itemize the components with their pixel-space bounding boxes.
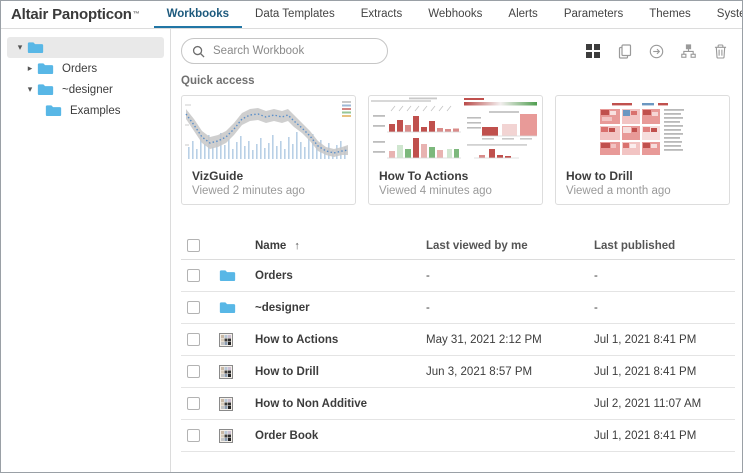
folder-icon <box>219 269 236 282</box>
main-content: Quick access <box>171 29 742 472</box>
folder-icon <box>37 62 54 75</box>
tab-workbooks[interactable]: Workbooks <box>153 1 243 28</box>
table-header-row: Name ↑ Last viewed by me Last published <box>181 232 735 260</box>
tab-alerts[interactable]: Alerts <box>495 1 550 28</box>
delete-icon[interactable] <box>713 43 728 59</box>
tab-parameters[interactable]: Parameters <box>551 1 636 28</box>
table-row-orders[interactable]: Orders - - <box>181 260 735 292</box>
grid-view-icon[interactable] <box>585 44 600 59</box>
tab-themes[interactable]: Themes <box>636 1 704 28</box>
table-row-order-book[interactable]: Order Book Jul 1, 2021 8:41 PM <box>181 420 735 452</box>
row-name[interactable]: Orders <box>255 270 426 282</box>
card-title: How To Actions <box>379 169 469 183</box>
row-name[interactable]: How to Actions <box>255 334 426 346</box>
tree-item-orders[interactable]: ▸ Orders <box>17 58 164 79</box>
tab-extracts[interactable]: Extracts <box>348 1 416 28</box>
workbook-search <box>181 38 388 64</box>
column-header-last-viewed[interactable]: Last viewed by me <box>426 240 594 252</box>
how-to-drill-thumbnail <box>556 96 729 163</box>
chevron-down-icon[interactable]: ▾ <box>23 84 37 95</box>
copy-icon[interactable] <box>617 43 632 59</box>
row-last-published: - <box>594 269 598 282</box>
quick-access-cards: VizGuide Viewed 2 minutes ago How To Act… <box>181 95 730 205</box>
row-last-published: Jul 1, 2021 8:41 PM <box>594 429 697 442</box>
chevron-down-icon[interactable]: ▾ <box>13 42 27 53</box>
row-last-published: - <box>594 301 598 314</box>
card-viewed-time: Viewed 4 minutes ago <box>379 185 492 197</box>
how-to-actions-thumbnail <box>369 96 542 163</box>
app-logo-text: Altair Panopticon <box>11 6 132 23</box>
row-name[interactable]: How to Non Additive <box>255 398 426 410</box>
hierarchy-icon[interactable] <box>681 44 696 59</box>
row-last-viewed: - <box>426 301 430 314</box>
row-checkbox[interactable] <box>187 269 200 282</box>
tree-item-label: Examples <box>70 104 121 117</box>
row-last-published: Jul 1, 2021 8:41 PM <box>594 365 697 378</box>
card-viewed-time: Viewed 2 minutes ago <box>192 185 305 197</box>
row-checkbox[interactable] <box>187 301 200 314</box>
tree-item-label: Orders <box>62 62 98 75</box>
workbook-action-icons <box>585 43 734 59</box>
vizguide-thumbnail <box>182 96 355 163</box>
select-all-checkbox[interactable] <box>187 239 200 252</box>
trademark-symbol: ™ <box>132 11 140 18</box>
row-last-viewed: - <box>426 269 430 282</box>
folder-icon <box>219 301 236 314</box>
tab-system[interactable]: System <box>704 1 742 28</box>
top-navigation-bar: Altair Panopticon ™ Workbooks Data Templa… <box>1 1 742 29</box>
folder-icon <box>27 41 44 54</box>
row-last-published: Jul 2, 2021 11:07 AM <box>594 397 702 410</box>
tab-webhooks[interactable]: Webhooks <box>415 1 495 28</box>
tree-item-label: ~designer <box>62 83 113 96</box>
row-last-published: Jul 1, 2021 8:41 PM <box>594 333 697 346</box>
column-header-name[interactable]: Name ↑ <box>255 240 426 252</box>
tree-item-designer[interactable]: ▾ ~designer <box>17 79 164 100</box>
search-icon <box>192 45 205 58</box>
move-icon[interactable] <box>649 44 664 59</box>
workbook-table: Name ↑ Last viewed by me Last published O… <box>181 232 735 452</box>
card-title: VizGuide <box>192 169 244 183</box>
tree-item-root[interactable]: ▾ <box>7 37 164 58</box>
card-how-to-drill[interactable]: How to Drill Viewed a month ago <box>555 95 730 205</box>
card-vizguide[interactable]: VizGuide Viewed 2 minutes ago <box>181 95 356 205</box>
row-name[interactable]: Order Book <box>255 430 426 442</box>
card-title: How to Drill <box>566 169 633 183</box>
row-name[interactable]: How to Drill <box>255 366 426 378</box>
sort-ascending-icon: ↑ <box>294 239 300 252</box>
workbook-icon <box>219 365 233 379</box>
panopticon-app-window: Altair Panopticon ™ Workbooks Data Templa… <box>0 0 743 473</box>
card-how-to-actions[interactable]: How To Actions Viewed 4 minutes ago <box>368 95 543 205</box>
folder-icon <box>45 104 62 117</box>
workbook-icon <box>219 429 233 443</box>
card-viewed-time: Viewed a month ago <box>566 185 671 197</box>
table-row-how-to-non-additive[interactable]: How to Non Additive Jul 2, 2021 11:07 AM <box>181 388 735 420</box>
row-checkbox[interactable] <box>187 365 200 378</box>
search-input[interactable] <box>213 45 377 57</box>
row-checkbox[interactable] <box>187 397 200 410</box>
row-name[interactable]: ~designer <box>255 302 426 314</box>
tab-data-templates[interactable]: Data Templates <box>242 1 348 28</box>
quick-access-heading: Quick access <box>181 75 255 87</box>
workbook-icon <box>219 333 233 347</box>
table-row-designer[interactable]: ~designer - - <box>181 292 735 324</box>
row-last-viewed: May 31, 2021 2:12 PM <box>426 333 542 346</box>
main-nav: Workbooks Data Templates Extracts Webhoo… <box>153 1 742 28</box>
table-row-how-to-actions[interactable]: How to Actions May 31, 2021 2:12 PM Jul … <box>181 324 735 356</box>
workbook-icon <box>219 397 233 411</box>
app-logo: Altair Panopticon ™ <box>1 1 154 28</box>
table-row-how-to-drill[interactable]: How to Drill Jun 3, 2021 8:57 PM Jul 1, … <box>181 356 735 388</box>
chevron-right-icon[interactable]: ▸ <box>23 63 37 74</box>
folder-icon <box>37 83 54 96</box>
row-checkbox[interactable] <box>187 333 200 346</box>
row-last-viewed: Jun 3, 2021 8:57 PM <box>426 365 533 378</box>
column-header-last-published[interactable]: Last published <box>594 240 735 252</box>
row-checkbox[interactable] <box>187 429 200 442</box>
tree-item-examples[interactable]: Examples <box>39 100 164 121</box>
folder-tree-sidebar: ▾ ▸ Orders ▾ ~designer Examples <box>1 29 171 472</box>
